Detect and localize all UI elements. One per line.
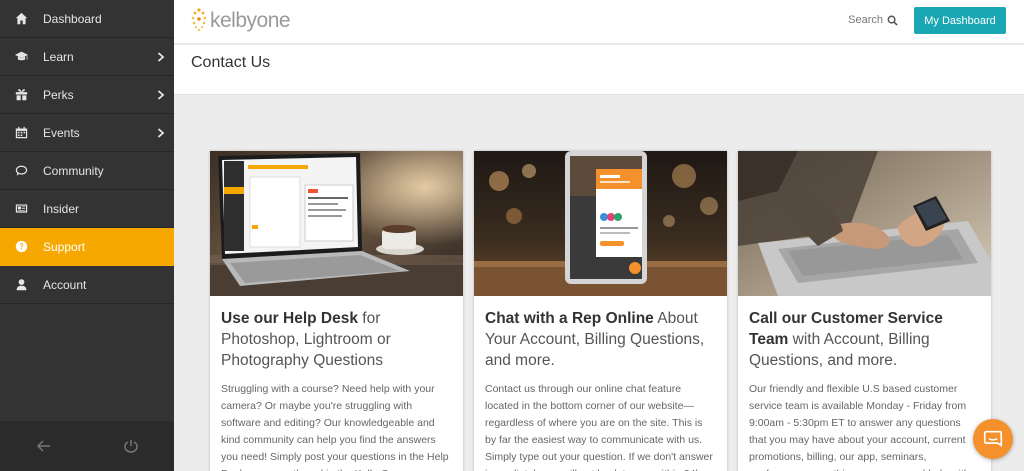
sidebar-item-label: Perks (43, 87, 74, 102)
search-icon (887, 15, 898, 26)
kelbyone-logo[interactable]: kelbyone (190, 6, 291, 36)
collapse-sidebar-button[interactable] (0, 421, 87, 471)
power-icon (123, 440, 138, 453)
sidebar-item-label: Events (43, 125, 80, 140)
sidebar-item-account[interactable]: Account (0, 266, 174, 304)
search-label: Search (848, 14, 883, 26)
chat-launcher-button[interactable] (973, 419, 1013, 459)
card-text: Struggling with a course? Need help with… (221, 383, 449, 471)
chat-card: Chat with a Rep Online About Your Accoun… (474, 151, 727, 471)
user-icon (0, 278, 43, 291)
sidebar-item-label: Account (43, 277, 87, 292)
sidebar-item-label: Community (43, 163, 104, 178)
sidebar-item-community[interactable]: Community (0, 152, 174, 190)
card-heading-bold: Chat with a Rep Online (485, 310, 654, 327)
card-text: Our friendly and flexible U.S based cust… (749, 383, 970, 471)
card-heading: Call our Customer Service Team with Acco… (749, 308, 980, 371)
my-dashboard-button[interactable]: My Dashboard (914, 7, 1006, 34)
top-header: kelbyone Search My Dashboard (174, 0, 1024, 44)
card-heading: Chat with a Rep Online About Your Accoun… (485, 308, 716, 371)
sidebar-item-label: Insider (43, 201, 80, 216)
newspaper-icon (0, 202, 43, 215)
graduation-cap-icon (0, 50, 43, 63)
card-heading-bold: Use our Help Desk (221, 310, 358, 327)
chat-image (474, 151, 727, 296)
help-desk-image (210, 151, 463, 296)
home-icon (0, 12, 43, 25)
sidebar-item-support[interactable]: Support (0, 228, 174, 266)
sidebar-item-events[interactable]: Events (0, 114, 174, 152)
sidebar-item-label: Support (43, 239, 86, 254)
phone-image (738, 151, 991, 296)
sidebar-item-label: Dashboard (43, 11, 102, 26)
card-text: Contact us through our online chat featu… (485, 383, 713, 471)
sidebar-item-insider[interactable]: Insider (0, 190, 174, 228)
sidebar-item-perks[interactable]: Perks (0, 76, 174, 114)
sidebar-item-label: Learn (43, 49, 74, 64)
card-heading: Use our Help Desk for Photoshop, Lightro… (221, 308, 452, 371)
chat-bubble-icon (983, 430, 1003, 447)
logo-text: kelbyone (210, 9, 291, 32)
page-title: Contact Us (191, 54, 271, 71)
logout-button[interactable] (87, 421, 174, 471)
calendar-icon (0, 126, 43, 139)
help-icon (0, 240, 43, 253)
search-button[interactable]: Search (848, 14, 898, 26)
gift-icon (0, 88, 43, 101)
sidebar-item-learn[interactable]: Learn (0, 38, 174, 76)
phone-card: Call our Customer Service Team with Acco… (738, 151, 991, 471)
sidebar-item-dashboard[interactable]: Dashboard (0, 0, 174, 38)
page-title-bar: Contact Us (174, 45, 1024, 95)
chat-icon (0, 164, 43, 177)
chevron-right-icon (148, 51, 174, 62)
sidebar-footer (0, 421, 174, 471)
help-desk-card: Use our Help Desk for Photoshop, Lightro… (210, 151, 463, 471)
logo-mark-icon (191, 8, 207, 32)
chevron-right-icon (148, 127, 174, 138)
arrow-left-icon (36, 440, 50, 452)
chevron-right-icon (148, 89, 174, 100)
sidebar: Dashboard Learn Perks Events Community I… (0, 0, 174, 471)
